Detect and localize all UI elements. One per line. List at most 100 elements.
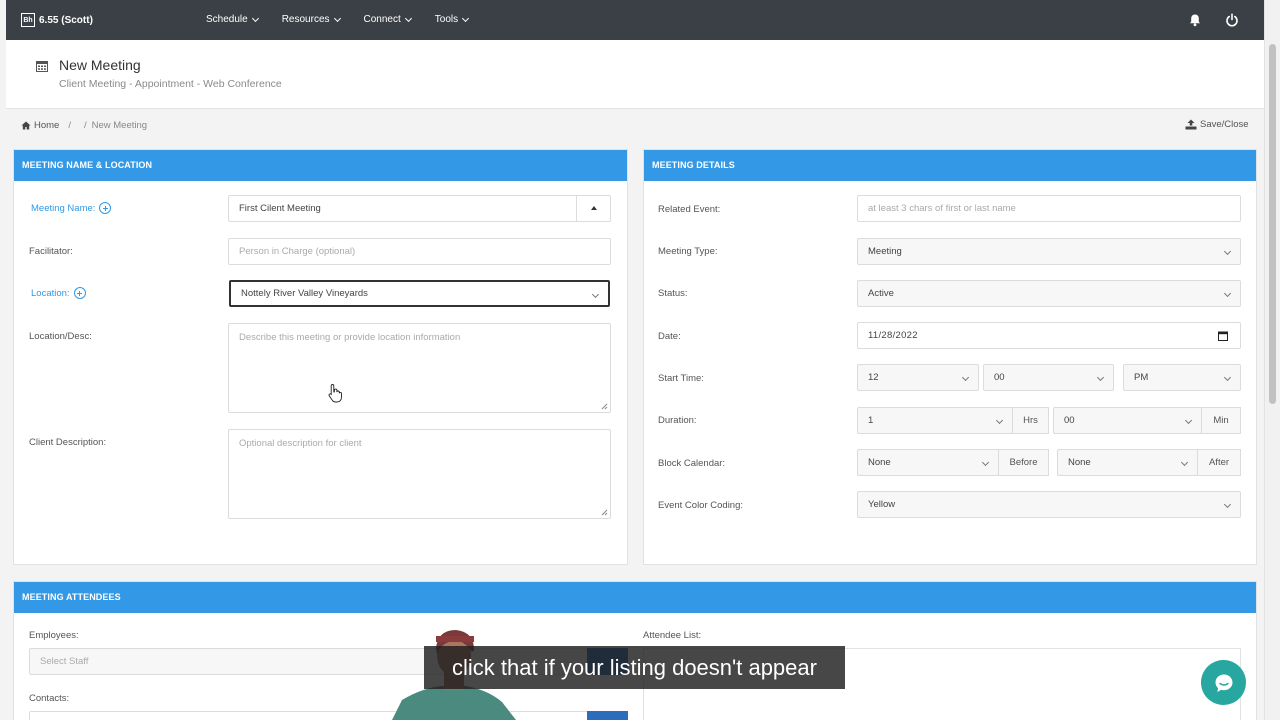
nav-tools[interactable]: Tools [434,14,470,25]
chevron-down-icon [1184,416,1193,425]
meeting-name-input[interactable]: First Cilent Meeting [228,195,611,222]
facilitator-input[interactable]: Person in Charge (optional) [228,238,611,265]
meeting-type-label: Meeting Type: [658,246,718,257]
related-event-label: Related Event: [658,204,721,215]
related-event-input[interactable]: at least 3 chars of first or last name [857,195,1241,222]
chat-bubble-icon [1215,674,1232,692]
meeting-name-label-text: Meeting Name: [31,202,96,214]
power-icon[interactable] [1225,13,1239,27]
nav-schedule[interactable]: Schedule [206,14,259,25]
status-select[interactable]: Active [857,280,1241,307]
main-nav: Schedule Resources Connect Tools [206,14,470,25]
add-meeting-name-icon[interactable] [99,202,112,214]
block-after-select[interactable]: None [1057,449,1198,476]
panel-header: MEETING NAME & LOCATION [14,150,627,181]
nav-tools-label: Tools [434,14,459,25]
page-subtitle: Client Meeting - Appointment - Web Confe… [59,78,282,90]
chevron-down-icon [333,14,341,22]
calendar-picker-icon[interactable] [1218,331,1228,341]
breadcrumb: Home / / New Meeting [21,120,147,131]
bell-icon[interactable] [1188,13,1202,27]
breadcrumb-separator: / [68,120,71,131]
block-after-value: None [1068,457,1091,468]
breadcrumb-separator: / [83,120,87,131]
chevron-down-icon [995,416,1004,425]
min-addon: Min [1201,407,1241,434]
chevron-down-icon [591,290,600,299]
start-minute-select[interactable]: 00 [983,364,1114,391]
color-coding-select[interactable]: Yellow [857,491,1241,518]
chevron-down-icon [981,458,990,467]
date-label: Date: [658,331,681,342]
client-desc-placeholder: Optional description for client [239,438,362,449]
nav-resources[interactable]: Resources [281,14,341,25]
page-scrollbar[interactable] [1264,0,1280,720]
location-desc-label: Location/Desc: [29,331,92,342]
breadcrumb-bar: Home / / New Meeting Save/Close [6,110,1264,140]
chat-button[interactable] [1201,660,1246,705]
meeting-name-value: First Cilent Meeting [239,203,321,214]
color-coding-label: Event Color Coding: [658,500,744,511]
block-before-select[interactable]: None [857,449,999,476]
location-label-text: Location: [31,287,70,299]
chevron-down-icon [1180,458,1189,467]
resize-grip-icon[interactable] [600,508,608,516]
calendar-icon [36,61,48,72]
nav-schedule-label: Schedule [206,14,248,25]
duration-minutes-select[interactable]: 00 [1053,407,1202,434]
start-time-label: Start Time: [658,373,704,384]
meeting-name-suggest-toggle[interactable] [576,196,610,221]
chevron-down-icon [1096,373,1105,382]
save-close-label: Save/Close [1200,119,1249,130]
date-input[interactable]: 11/28/2022 [857,322,1241,349]
after-addon: After [1197,449,1241,476]
meeting-type-select[interactable]: Meeting [857,238,1241,265]
nav-resources-label: Resources [281,14,330,25]
meeting-type-value: Meeting [868,246,902,257]
chevron-down-icon [1223,247,1232,256]
start-ampm-select[interactable]: PM [1123,364,1241,391]
chevron-down-icon [404,14,412,22]
brand[interactable]: Bh 6.55 (Scott) [21,13,93,27]
add-location-icon[interactable] [73,287,86,299]
nav-connect-label: Connect [363,14,401,25]
color-coding-value: Yellow [868,499,896,510]
add-contact-button[interactable] [587,711,628,720]
save-close-icon [1185,119,1197,130]
page-header: New Meeting Client Meeting - Appointment… [6,40,1264,109]
duration-hours-value: 1 [868,415,874,426]
date-value: 11/28/2022 [868,330,918,341]
chevron-down-icon [251,14,259,22]
scrollbar-thumb[interactable] [1269,44,1276,404]
start-minute-value: 00 [994,372,1005,383]
location-label: Location: [31,287,86,299]
save-close-button[interactable]: Save/Close [1185,119,1249,130]
client-desc-label: Client Description: [29,437,107,448]
breadcrumb-home[interactable]: Home [34,120,59,131]
brand-label: 6.55 (Scott) [39,14,93,26]
location-desc-textarea[interactable]: Describe this meeting or provide locatio… [228,323,611,413]
top-navbar: Bh 6.55 (Scott) Schedule Resources Conne… [6,0,1264,40]
before-addon: Before [998,449,1049,476]
block-before-value: None [868,457,891,468]
status-value: Active [868,288,894,299]
panel-header: MEETING DETAILS [644,150,1256,181]
location-select[interactable]: Nottely River Valley Vineyards [229,280,610,307]
duration-label: Duration: [658,415,697,426]
chevron-down-icon [1223,500,1232,509]
status-label: Status: [658,288,688,299]
caret-up-icon [591,206,597,210]
chevron-down-icon [961,373,970,382]
duration-minutes-value: 00 [1064,415,1075,426]
start-ampm-value: PM [1134,372,1149,383]
start-hour-select[interactable]: 12 [857,364,979,391]
client-desc-textarea[interactable]: Optional description for client [228,429,611,519]
hand-cursor-icon [328,384,342,403]
chevron-down-icon [1223,289,1232,298]
duration-hours-select[interactable]: 1 [857,407,1013,434]
nav-connect[interactable]: Connect [363,14,412,25]
hrs-addon: Hrs [1012,407,1049,434]
brand-logo-icon: Bh [21,13,35,27]
resize-grip-icon[interactable] [600,402,608,410]
meeting-name-label: Meeting Name: [31,202,112,214]
